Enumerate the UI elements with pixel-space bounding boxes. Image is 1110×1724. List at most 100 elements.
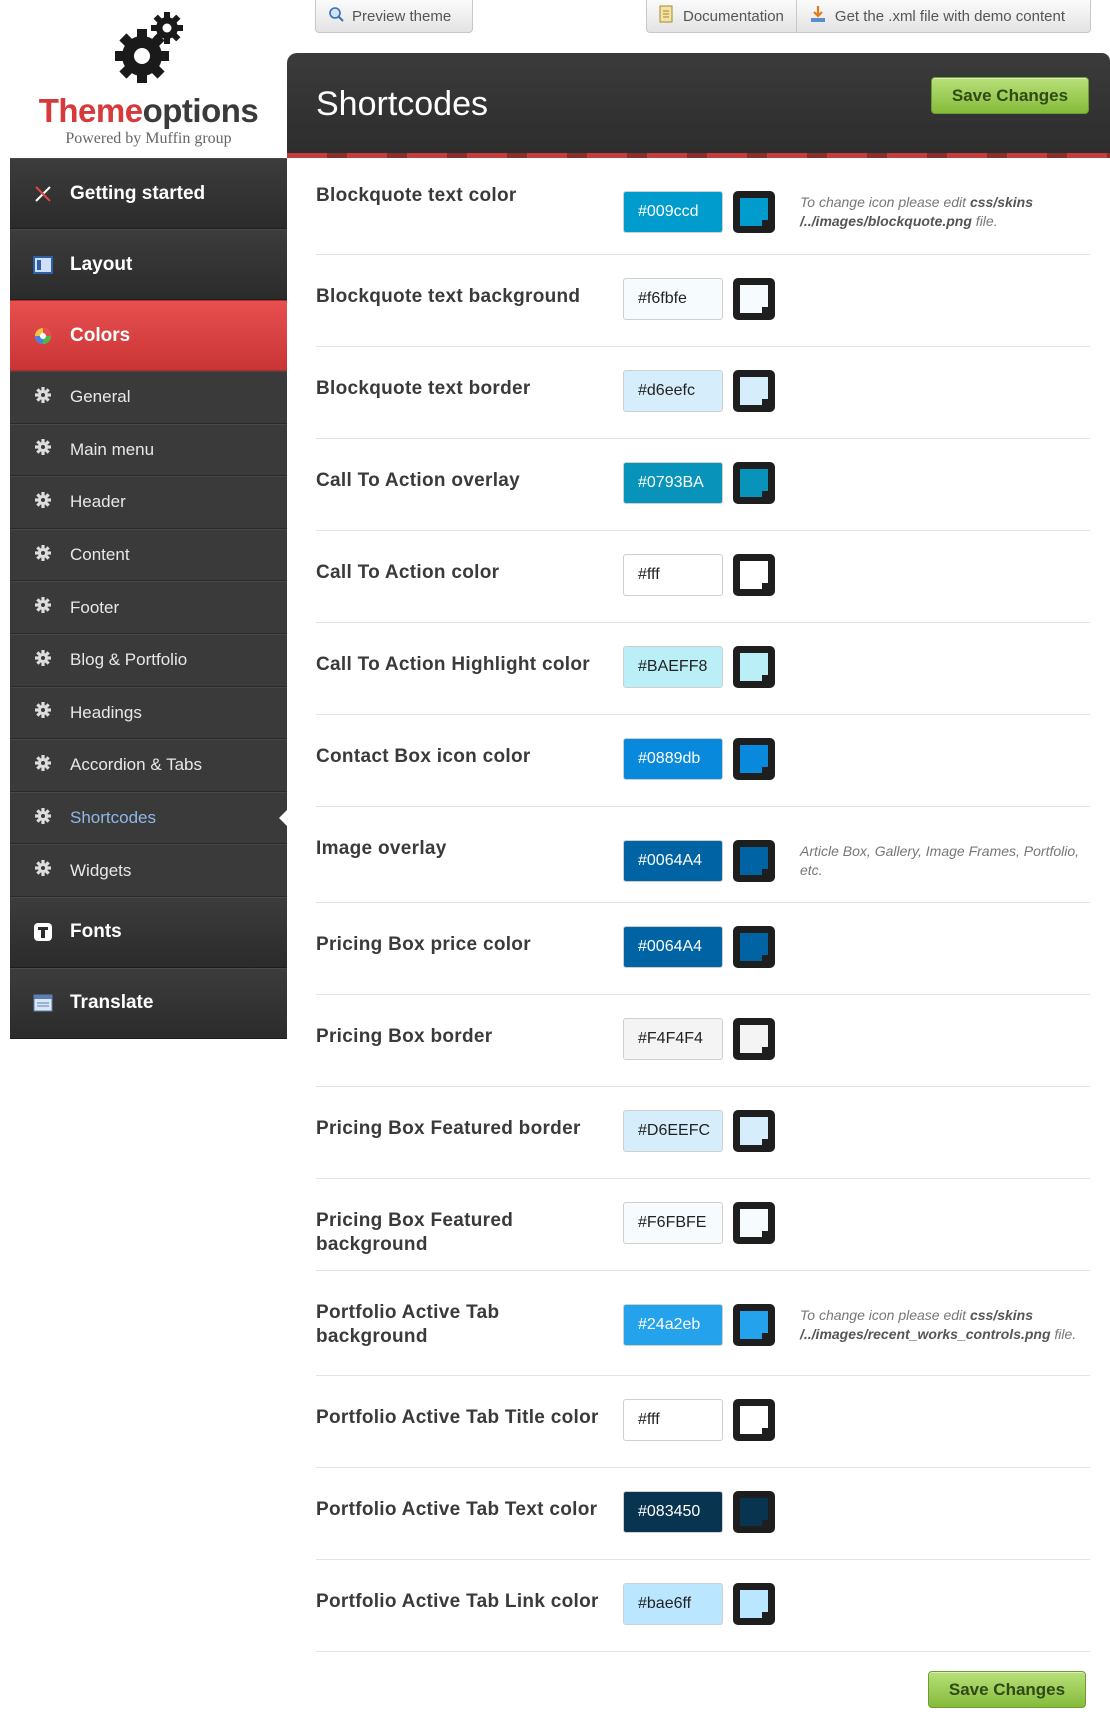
sidebar-item-main-menu[interactable]: Main menu — [10, 423, 287, 477]
sidebar-item-blog-portfolio[interactable]: Blog & Portfolio — [10, 633, 287, 687]
option-label: Portfolio Active Tab background — [316, 1302, 500, 1347]
theme-logo: Themeoptions Powered by Muffin group — [10, 8, 287, 158]
layout-icon — [32, 254, 54, 276]
sidebar-item-label: Shortcodes — [70, 808, 156, 828]
tools-icon — [32, 183, 54, 205]
color-hex-input[interactable]: #0793BA — [623, 462, 723, 504]
option-note: To change icon please edit css/skins /..… — [800, 1307, 1077, 1342]
swatch-fill — [740, 1117, 769, 1146]
color-hex-input[interactable]: #F6FBFE — [623, 1202, 723, 1244]
color-picker-swatch[interactable] — [733, 738, 775, 780]
color-hex-input[interactable]: #0889db — [623, 738, 723, 780]
gear-icon — [32, 491, 54, 514]
swatch-fill — [740, 1311, 769, 1340]
gear-icon — [32, 701, 54, 724]
sidebar-item-label: Widgets — [70, 860, 132, 880]
color-picker-swatch[interactable] — [733, 1399, 775, 1441]
option-label: Pricing Box Featured background — [316, 1210, 514, 1255]
sidebar-item-fonts[interactable]: Fonts — [10, 896, 287, 968]
option-label: Pricing Box Featured border — [316, 1118, 581, 1139]
font-icon — [32, 921, 54, 943]
color-hex-input[interactable]: #24a2eb — [623, 1304, 723, 1346]
color-option-row: Blockquote text border #d6eefc — [316, 347, 1090, 439]
color-option-row: Blockquote text background #f6fbfe — [316, 255, 1090, 347]
gear-icon — [32, 649, 54, 672]
sidebar-item-label: Main menu — [70, 439, 155, 459]
sidebar-item-header[interactable]: Header — [10, 476, 287, 529]
color-picker-swatch[interactable] — [733, 840, 775, 882]
color-picker-swatch[interactable] — [733, 1110, 775, 1152]
color-picker-swatch[interactable] — [733, 554, 775, 596]
color-picker-swatch[interactable] — [733, 1018, 775, 1060]
sidebar-item-footer[interactable]: Footer — [10, 581, 287, 634]
sidebar-item-accordion-tabs[interactable]: Accordion & Tabs — [10, 739, 287, 792]
color-option-row: Call To Action overlay #0793BA — [316, 439, 1090, 531]
color-picker-swatch[interactable] — [733, 646, 775, 688]
option-label: Pricing Box border — [316, 1026, 493, 1047]
color-picker-swatch[interactable] — [733, 1491, 775, 1533]
color-option-row: Pricing Box border #F4F4F4 — [316, 995, 1090, 1087]
color-option-row: Portfolio Active Tab Link color #bae6ff — [316, 1560, 1090, 1652]
color-hex-input[interactable]: #BAEFF8 — [623, 646, 723, 688]
color-hex-input[interactable]: #0064A4 — [623, 840, 723, 882]
option-label: Blockquote text color — [316, 185, 517, 206]
swatch-fill — [740, 1025, 769, 1054]
color-option-row: Pricing Box Featured border #D6EEFC — [316, 1087, 1090, 1179]
color-hex-input[interactable]: #009ccd — [623, 191, 723, 233]
documentation-button[interactable]: Documentation — [647, 0, 784, 32]
color-option-row: Contact Box icon color #0889db — [316, 715, 1090, 807]
save-changes-button-bottom[interactable]: Save Changes — [928, 1671, 1086, 1708]
color-hex-input[interactable]: #fff — [623, 554, 723, 596]
sidebar-item-label: Accordion & Tabs — [70, 755, 202, 775]
swatch-fill — [740, 933, 769, 962]
sidebar-item-shortcodes[interactable]: Shortcodes — [10, 791, 287, 845]
color-hex-input[interactable]: #f6fbfe — [623, 278, 723, 320]
color-option-row: Portfolio Active Tab Text color #083450 — [316, 1468, 1090, 1560]
color-picker-swatch[interactable] — [733, 1583, 775, 1625]
color-picker-swatch[interactable] — [733, 191, 775, 233]
sidebar-item-label: Footer — [70, 597, 120, 617]
option-label: Contact Box icon color — [316, 746, 531, 767]
color-hex-input[interactable]: #D6EEFC — [623, 1110, 723, 1152]
color-hex-input[interactable]: #0064A4 — [623, 926, 723, 968]
color-picker-swatch[interactable] — [733, 370, 775, 412]
save-changes-button[interactable]: Save Changes — [931, 77, 1089, 114]
download-xml-button[interactable]: Get the .xml file with demo content — [797, 0, 1065, 32]
color-hex-input[interactable]: #F4F4F4 — [623, 1018, 723, 1060]
option-label: Blockquote text border — [316, 378, 531, 399]
color-picker-swatch[interactable] — [733, 462, 775, 504]
swatch-fill — [740, 1406, 769, 1435]
sidebar-item-headings[interactable]: Headings — [10, 686, 287, 740]
sidebar-item-general[interactable]: General — [10, 371, 287, 424]
color-hex-input[interactable]: #bae6ff — [623, 1583, 723, 1625]
color-hex-input[interactable]: #083450 — [623, 1491, 723, 1533]
color-options-list: Blockquote text color #009ccd To change ic… — [316, 158, 1090, 1652]
color-picker-swatch[interactable] — [733, 1202, 775, 1244]
documentation-label: Documentation — [683, 7, 784, 25]
gear-icon — [32, 438, 54, 461]
color-picker-swatch[interactable] — [733, 1304, 775, 1346]
color-hex-input[interactable]: #d6eefc — [623, 370, 723, 412]
swatch-fill — [740, 285, 769, 314]
document-icon — [659, 5, 675, 27]
color-picker-swatch[interactable] — [733, 278, 775, 320]
sidebar-item-translate[interactable]: Translate — [10, 967, 287, 1039]
sidebar-item-label: Content — [70, 545, 130, 565]
swatch-fill — [740, 377, 769, 406]
color-option-row: Call To Action color #fff — [316, 531, 1090, 623]
preview-theme-button[interactable]: Preview theme — [315, 0, 473, 33]
sidebar-item-getting-started[interactable]: Getting started — [10, 158, 287, 229]
sidebar-item-colors[interactable]: Colors — [10, 300, 287, 371]
toolbar-right-group: Documentation Get the .xml file with dem… — [646, 0, 1091, 33]
sidebar-item-content[interactable]: Content — [10, 528, 287, 582]
page-title: Shortcodes — [316, 85, 488, 123]
sidebar-item-label: Layout — [70, 253, 133, 275]
sidebar-item-layout[interactable]: Layout — [10, 229, 287, 300]
color-picker-swatch[interactable] — [733, 926, 775, 968]
gear-icon — [32, 807, 54, 830]
gear-icon — [32, 596, 54, 619]
sidebar-item-widgets[interactable]: Widgets — [10, 844, 287, 897]
gear-icon — [32, 544, 54, 567]
option-label: Blockquote text background — [316, 286, 581, 307]
color-hex-input[interactable]: #fff — [623, 1399, 723, 1441]
